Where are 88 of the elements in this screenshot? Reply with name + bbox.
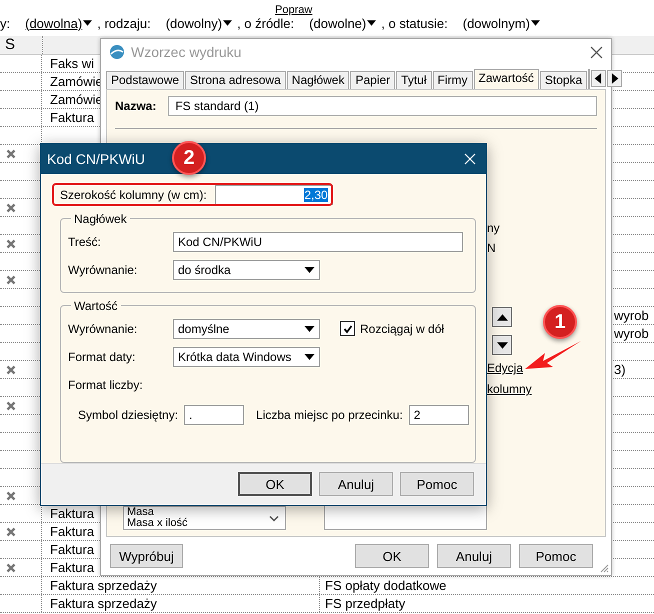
width-label: Szerokość kolumny (w cm): bbox=[60, 188, 207, 202]
chevron-down-icon[interactable] bbox=[269, 515, 280, 522]
table-cell: Faktura bbox=[50, 560, 94, 575]
filter-label: , o statusie: bbox=[381, 16, 448, 30]
checkbox-label: Rozciągaj w dół bbox=[360, 322, 444, 336]
fix-link[interactable]: Popraw bbox=[275, 5, 312, 15]
window-title: Wzorzec wydruku bbox=[131, 44, 242, 60]
checkbox[interactable] bbox=[340, 321, 355, 336]
table-cell: FS opłaty dodatkowe bbox=[325, 578, 446, 593]
decimal-places-field[interactable]: 2 bbox=[408, 404, 469, 425]
alignment-dropdown[interactable]: do środka bbox=[173, 260, 320, 280]
tab[interactable]: Zawartość bbox=[474, 69, 539, 89]
tab[interactable]: Podstawowe bbox=[106, 71, 184, 89]
column-header: S bbox=[0, 36, 43, 54]
table-cell: Zamówie bbox=[50, 92, 103, 107]
tab[interactable]: Nagłówek bbox=[286, 71, 350, 89]
table-cell: Faktura sprzedaży bbox=[50, 596, 157, 611]
filter-dropdown[interactable]: (dowolna) bbox=[25, 16, 92, 30]
dialog-button[interactable]: OK bbox=[355, 544, 429, 568]
table-cell: wyrob bbox=[614, 308, 649, 323]
dropdown-arrow-icon bbox=[223, 20, 232, 26]
dropdown-arrow-icon bbox=[530, 20, 540, 26]
dropdown-arrow-icon bbox=[304, 354, 315, 360]
width-field[interactable]: 2,30 bbox=[214, 184, 333, 205]
move-up-button[interactable] bbox=[492, 307, 512, 327]
move-down-button[interactable] bbox=[492, 335, 512, 355]
fields-list[interactable]: Masa Masa x ilość bbox=[123, 506, 286, 530]
resize-grip-icon[interactable] bbox=[599, 563, 609, 573]
number-format-label: Format liczby: bbox=[68, 378, 143, 392]
app-logo-icon bbox=[109, 44, 125, 60]
dialog-button[interactable]: Anuluj bbox=[319, 472, 393, 496]
checkmark-icon bbox=[342, 324, 352, 334]
try-button[interactable]: Wypróbuj bbox=[110, 544, 183, 568]
decimal-symbol-field[interactable]: . bbox=[184, 404, 244, 425]
dialog-title: Kod CN/PKWiU bbox=[47, 150, 146, 167]
down-arrow-icon bbox=[496, 342, 508, 348]
edit-column-link[interactable]: Edycja bbox=[487, 361, 524, 376]
up-arrow-icon bbox=[496, 314, 508, 320]
content-field[interactable]: Kod CN/PKWiU bbox=[173, 232, 463, 252]
name-field[interactable]: FS standard (1) bbox=[168, 96, 597, 116]
dialog-button[interactable]: Pomoc bbox=[400, 472, 474, 496]
table-cell: Faktura bbox=[50, 542, 94, 557]
date-format-label: Format daty: bbox=[68, 350, 136, 364]
filter-dropdown[interactable]: (dowolne) bbox=[309, 16, 376, 30]
scroll-left-icon[interactable] bbox=[591, 70, 606, 87]
table-cell: Faks wi bbox=[50, 56, 94, 71]
decimal-places-label: Liczba miejsc po przecinku: bbox=[256, 408, 403, 422]
tab[interactable]: Firmy bbox=[432, 71, 473, 89]
table-cell: 3) bbox=[614, 362, 626, 377]
edit-column-link[interactable]: kolumny bbox=[487, 382, 532, 397]
tab[interactable]: Strona adresowa bbox=[185, 71, 286, 89]
group-title: Nagłówek bbox=[73, 212, 128, 226]
table-cell: Faktura bbox=[50, 506, 94, 521]
alignment-label: Wyrównanie: bbox=[68, 322, 138, 336]
list-item[interactable]: Masa x ilość bbox=[127, 518, 286, 529]
name-label: Nazwa: bbox=[115, 99, 156, 113]
filter-dropdown[interactable]: (dowolnym) bbox=[462, 16, 540, 30]
dropdown-arrow-icon bbox=[367, 20, 376, 26]
dialog-button[interactable]: Pomoc bbox=[519, 544, 593, 568]
filter-label: , o źródle: bbox=[237, 16, 294, 30]
filter-label: , rodzaju: bbox=[97, 16, 151, 30]
dropdown-arrow-icon bbox=[83, 20, 92, 26]
content-label: Treść: bbox=[68, 234, 102, 249]
dropdown-arrow-icon bbox=[304, 266, 315, 273]
table-cell: Faktura bbox=[50, 524, 94, 539]
close-icon[interactable] bbox=[590, 46, 603, 58]
tab[interactable]: Tytuł bbox=[396, 71, 432, 89]
dropdown-arrow-icon bbox=[304, 326, 315, 332]
table-cell: Faktura sprzedaży bbox=[50, 578, 157, 593]
filter-label: y: bbox=[0, 16, 10, 30]
date-format-dropdown[interactable]: Krótka data Windows bbox=[173, 346, 320, 367]
option-label: N bbox=[487, 241, 496, 257]
dialog-button[interactable]: OK bbox=[238, 472, 312, 496]
alignment-label: Wyrównanie: bbox=[68, 262, 138, 277]
alignment-dropdown[interactable]: domyślne bbox=[173, 318, 320, 339]
table-cell: wyrob bbox=[614, 326, 649, 341]
option-label: ny bbox=[487, 221, 500, 237]
tab[interactable]: Stopka bbox=[540, 71, 588, 89]
table-cell: Zamówie bbox=[50, 74, 103, 89]
group-title: Wartość bbox=[73, 298, 119, 313]
decimal-symbol-label: Symbol dziesiętny: bbox=[78, 408, 178, 422]
dialog-button[interactable]: Anuluj bbox=[437, 544, 511, 568]
table-cell: Faktura bbox=[50, 110, 94, 125]
table-cell: FS przedpłaty bbox=[325, 596, 406, 611]
list-item[interactable]: Masa bbox=[127, 507, 286, 518]
filter-dropdown[interactable]: (dowolny) bbox=[166, 16, 232, 30]
scroll-right-icon[interactable] bbox=[607, 70, 622, 87]
tab[interactable]: Papier bbox=[350, 71, 396, 89]
